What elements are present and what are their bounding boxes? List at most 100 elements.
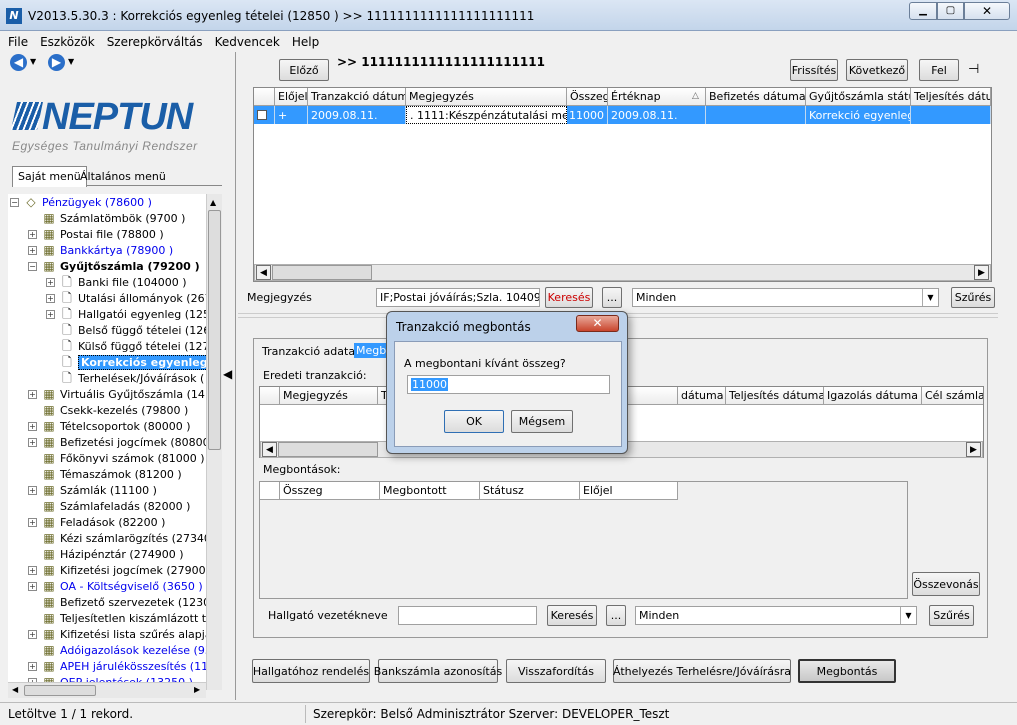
tree-item[interactable]: + ▦ Virtuális Gyűjtőszámla (14150 xyxy=(28,386,206,402)
panel-splitter[interactable]: ◀ xyxy=(222,355,234,395)
tree-item[interactable]: + 🗋 Utalási állományok (26720 xyxy=(46,290,206,306)
tree-item[interactable]: + 🗋 Banki file (104000 ) xyxy=(46,274,187,290)
menu-file[interactable]: File xyxy=(8,32,28,52)
expand-toggle-icon[interactable]: + xyxy=(46,293,55,303)
reverse-button[interactable]: Visszafordítás xyxy=(506,659,606,683)
tree-item[interactable]: ▦ Adóigazolások kezelése (9350 xyxy=(28,642,206,658)
next-button[interactable]: Következő xyxy=(846,59,908,81)
grid-cell[interactable]: + xyxy=(275,106,308,124)
expand-toggle-icon[interactable]: + xyxy=(28,629,37,639)
tree-item[interactable]: + ▦ Bankkártya (78900 ) xyxy=(28,242,173,258)
minimize-button[interactable]: ▁ xyxy=(909,2,937,20)
grid-column-header[interactable]: Gyűjtőszámla státu... xyxy=(806,88,911,106)
tree-item[interactable]: ▦ Kézi számlarögzítés (273400 xyxy=(28,530,206,546)
student-filter-input[interactable] xyxy=(398,606,537,625)
grid-cell[interactable]: 11000 xyxy=(567,106,608,124)
back-dropdown-icon[interactable]: ▼ xyxy=(30,57,36,66)
dialog-close-button[interactable]: ✕ xyxy=(576,315,619,332)
merge-button[interactable]: Összevonás xyxy=(912,572,980,596)
menu-help[interactable]: Help xyxy=(292,32,319,52)
expand-toggle-icon[interactable]: + xyxy=(46,309,55,319)
grid-cell[interactable]: . 1111:Készpénzátutalási megbízá xyxy=(406,106,567,124)
tree-item[interactable]: + ▦ APEH járulékösszesítés (1120 xyxy=(28,658,206,674)
splits-column-header[interactable] xyxy=(260,482,280,500)
grid-cell[interactable]: 2009.08.11. xyxy=(308,106,406,124)
scroll-thumb-h[interactable] xyxy=(278,442,378,457)
scroll-thumb-h[interactable] xyxy=(24,685,96,696)
menu-tools[interactable]: Eszközök xyxy=(40,32,95,52)
scroll-right-arrow[interactable]: ▶ xyxy=(194,685,200,694)
tree-item[interactable]: + ▦ Postai file (78800 ) xyxy=(28,226,164,242)
menu-favorites[interactable]: Kedvencek xyxy=(215,32,280,52)
grid-cell[interactable] xyxy=(706,106,806,124)
grid-column-header[interactable]: Teljesítés dátu xyxy=(911,88,991,106)
tree-item[interactable]: − ▦ Gyűjtőszámla (79200 ) xyxy=(28,258,200,274)
student-filter-button[interactable]: Szűrés xyxy=(929,605,974,626)
tree-item[interactable]: + ▦ Befizetési jogcímek (80800 ) xyxy=(28,434,206,450)
scroll-thumb-h[interactable] xyxy=(272,265,372,280)
grid-cell[interactable] xyxy=(911,106,991,124)
tree-item[interactable]: ▦ Befizető szervezetek (12300 xyxy=(28,594,206,610)
expand-toggle-icon[interactable]: + xyxy=(28,581,37,591)
grid-column-header[interactable]: Megjegyzés xyxy=(406,88,567,106)
splits-column-header[interactable]: Státusz xyxy=(480,482,580,500)
expand-toggle-icon[interactable]: + xyxy=(28,661,37,671)
back-icon[interactable]: ◀ xyxy=(10,54,27,71)
filter-button[interactable]: Szűrés xyxy=(951,287,995,308)
expand-toggle-icon[interactable]: + xyxy=(28,565,37,575)
tree-item[interactable]: 🗋 Korrekciós egyenleg ( xyxy=(46,354,206,370)
filter-combo[interactable]: Minden ▼ xyxy=(632,288,939,307)
filter-input[interactable]: IF;Postai jóváírás;Szla. 1040999 xyxy=(376,288,540,307)
prev-button[interactable]: Előző xyxy=(279,59,329,81)
expand-toggle-icon[interactable]: − xyxy=(10,197,19,207)
scroll-right-arrow[interactable]: ▶ xyxy=(974,265,989,280)
tree-item[interactable]: ▦ Témaszámok (81200 ) xyxy=(28,466,181,482)
scroll-right-arrow[interactable]: ▶ xyxy=(966,442,981,457)
grid-cell[interactable]: 2009.08.11. xyxy=(608,106,706,124)
grid-column-header[interactable]: Összeg xyxy=(567,88,608,106)
tab-general-menu[interactable]: Általános menü xyxy=(78,168,168,186)
tree-item[interactable]: + ▦ Kifizetési lista szűrés alapján ( xyxy=(28,626,206,642)
chevron-down-icon[interactable]: ▼ xyxy=(922,289,938,306)
expand-toggle-icon[interactable]: + xyxy=(28,517,37,527)
grid-column-header[interactable]: Előjel xyxy=(275,88,308,106)
tree-item[interactable]: 🗋 Belső függő tételei (12650 xyxy=(46,322,206,338)
scroll-left-arrow[interactable]: ◀ xyxy=(256,265,271,280)
refresh-button[interactable]: Frissítés xyxy=(790,59,838,81)
original-column-header[interactable] xyxy=(260,387,280,405)
tree-item[interactable]: ▦ Főkönyvi számok (81000 ) xyxy=(28,450,204,466)
tree-item[interactable]: ▦ Csekk-kezelés (79800 ) xyxy=(28,402,188,418)
move-to-charge-button[interactable]: Áthelyezés Terhelésre/Jóváírásra xyxy=(613,659,791,683)
filter-ellipsis-button[interactable]: ... xyxy=(602,287,622,308)
grid-column-header[interactable]: Befizetés dátuma xyxy=(706,88,806,106)
tree-item[interactable]: 🗋 Terhelések/Jóváírások ( xyxy=(46,370,204,386)
tab-transaction-data[interactable]: Tranzakció adatai xyxy=(262,345,358,358)
pin-icon[interactable]: ⊣ xyxy=(968,62,979,77)
tab-own-menu[interactable]: Saját menü xyxy=(12,166,87,187)
expand-toggle-icon[interactable]: + xyxy=(28,485,37,495)
chevron-down-icon[interactable]: ▼ xyxy=(900,607,916,624)
student-ellipsis-button[interactable]: ... xyxy=(606,605,626,626)
expand-toggle-icon[interactable]: + xyxy=(28,229,37,239)
tree-hscroll[interactable]: ◀ ▶ xyxy=(8,682,206,698)
maximize-button[interactable]: ▢ xyxy=(937,2,964,20)
tree-item[interactable]: ▦ Számlatömbök (9700 ) xyxy=(28,210,185,226)
splits-column-header[interactable]: Megbontott xyxy=(380,482,480,500)
grid-cell[interactable] xyxy=(254,106,275,124)
row-checkbox[interactable] xyxy=(257,110,267,120)
expand-toggle-icon[interactable]: + xyxy=(28,421,37,431)
close-window-button[interactable]: ✕ xyxy=(964,2,1010,20)
tree-vscroll[interactable]: ▲ xyxy=(206,194,222,690)
expand-toggle-icon[interactable]: + xyxy=(46,277,55,287)
tree-item[interactable]: + ▦ Kifizetési jogcímek (279000 ) xyxy=(28,562,206,578)
tree-item[interactable]: + ▦ Tételcsoportok (80000 ) xyxy=(28,418,190,434)
original-column-header[interactable]: Igazolás dátuma xyxy=(824,387,922,405)
tree-item[interactable]: ▦ Házipénztár (274900 ) xyxy=(28,546,183,562)
tree-item[interactable]: + ▦ OA - Költségviselő (3650 ) xyxy=(28,578,203,594)
grid-cell[interactable]: Korrekció egyenleg xyxy=(806,106,911,124)
assign-student-button[interactable]: Hallgatóhoz rendelés xyxy=(252,659,370,683)
splits-column-header[interactable]: Előjel xyxy=(580,482,678,500)
scroll-up-arrow[interactable]: ▲ xyxy=(210,198,216,207)
scroll-left-arrow[interactable]: ◀ xyxy=(262,442,277,457)
expand-toggle-icon[interactable]: − xyxy=(28,261,37,271)
